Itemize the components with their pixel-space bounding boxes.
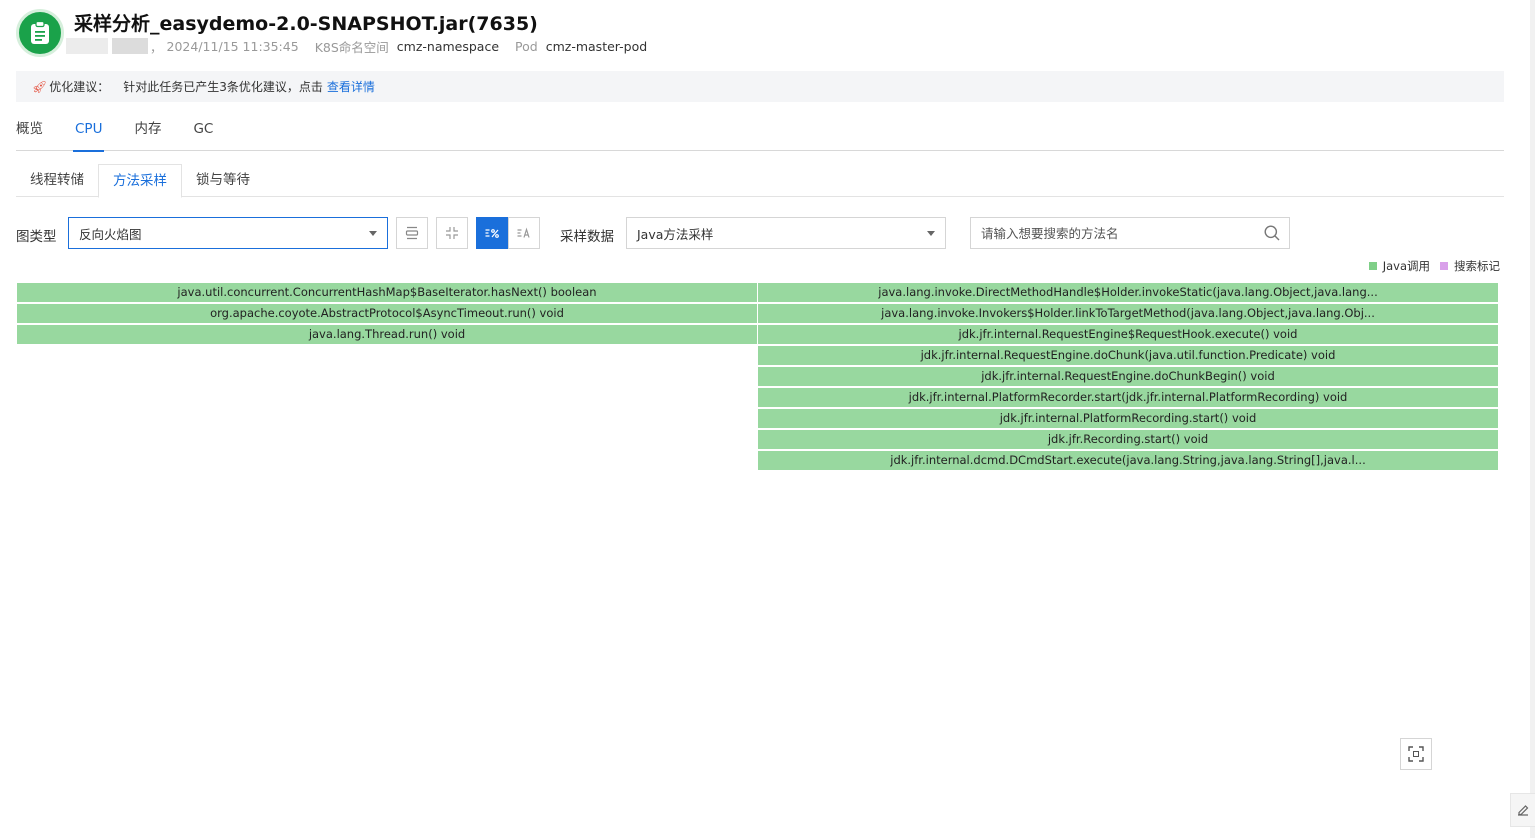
legend-label: Java调用 bbox=[1382, 259, 1430, 273]
meta-separator: ， bbox=[150, 39, 163, 55]
legend-item-search-mark: 搜索标记 bbox=[1440, 258, 1500, 274]
flame-frame[interactable]: jdk.jfr.Recording.start() void bbox=[758, 430, 1498, 449]
caret-down-icon bbox=[927, 231, 935, 236]
pod-value: cmz-master-pod bbox=[545, 38, 648, 54]
main-tabs: 概览 CPU 内存 GC bbox=[16, 120, 1504, 152]
fullscreen-button[interactable] bbox=[1400, 738, 1432, 770]
flame-frame[interactable]: jdk.jfr.internal.PlatformRecording.start… bbox=[758, 409, 1498, 428]
legend-swatch bbox=[1368, 262, 1377, 270]
rocket-icon: 🚀︎ bbox=[32, 79, 48, 94]
flame-frame[interactable]: java.lang.invoke.DirectMethodHandle$Hold… bbox=[758, 283, 1498, 302]
edit-icon bbox=[1518, 805, 1529, 816]
app-icon bbox=[16, 9, 64, 57]
optimization-advice-bar: 🚀︎ 优化建议： 针对此任务已产生3条优化建议，点击 查看详情 bbox=[16, 71, 1504, 102]
sort-alpha-icon bbox=[517, 227, 530, 238]
fullscreen-icon bbox=[1408, 746, 1424, 762]
sort-by-name-button[interactable] bbox=[508, 217, 540, 249]
tab-overview[interactable]: 概览 bbox=[16, 120, 43, 151]
sort-percent-icon bbox=[485, 229, 499, 238]
flame-frame[interactable]: jdk.jfr.internal.dcmd.DCmdStart.execute(… bbox=[758, 451, 1498, 470]
page-title: 采样分析_easydemo-2.0-SNAPSHOT.jar(7635) bbox=[74, 13, 538, 35]
subtab-method-sampling[interactable]: 方法采样 bbox=[98, 164, 182, 198]
caret-down-icon bbox=[369, 231, 377, 236]
compress-icon bbox=[446, 227, 458, 239]
search-icon[interactable] bbox=[1263, 224, 1281, 242]
flame-frame[interactable]: jdk.jfr.internal.PlatformRecorder.start(… bbox=[758, 388, 1498, 407]
collapse-button[interactable] bbox=[436, 217, 468, 249]
flame-frame[interactable]: java.lang.Thread.run() void bbox=[17, 325, 757, 344]
flame-frame[interactable]: org.apache.coyote.AbstractProtocol$Async… bbox=[17, 304, 757, 323]
flame-frame[interactable]: java.util.concurrent.ConcurrentHashMap$B… bbox=[17, 283, 757, 302]
flame-frame[interactable]: jdk.jfr.internal.RequestEngine.doChunk(j… bbox=[758, 346, 1498, 365]
page: 采样分析_easydemo-2.0-SNAPSHOT.jar(7635) ， 2… bbox=[0, 0, 1535, 838]
legend: Java调用 搜索标记 bbox=[1359, 258, 1500, 274]
sub-tabs: 线程转储 方法采样 锁与等待 bbox=[16, 164, 1504, 198]
advice-text: 针对此任务已产生3条优化建议，点击 bbox=[123, 80, 323, 94]
sample-data-value: Java方法采样 bbox=[637, 226, 714, 242]
expand-all-button[interactable] bbox=[396, 217, 428, 249]
redacted-user-block bbox=[66, 38, 108, 54]
view-details-link[interactable]: 查看详情 bbox=[327, 78, 375, 95]
chart-type-select[interactable]: 反向火焰图 bbox=[68, 217, 388, 249]
expand-vertical-icon bbox=[405, 226, 419, 240]
tab-memory[interactable]: 内存 bbox=[134, 120, 161, 151]
flame-frame[interactable]: jdk.jfr.internal.RequestEngine$RequestHo… bbox=[758, 325, 1498, 344]
k8s-namespace-label: K8S命名空间 bbox=[314, 39, 389, 55]
tab-gc[interactable]: GC bbox=[193, 120, 213, 151]
task-datetime: 2024/11/15 11:35:45 bbox=[166, 38, 299, 54]
clipboard-icon bbox=[31, 21, 49, 44]
scrollbar-track[interactable] bbox=[1530, 0, 1535, 838]
subtab-lock-wait[interactable]: 锁与等待 bbox=[182, 164, 264, 197]
pod-label: Pod bbox=[515, 38, 538, 54]
subtab-thread-dump[interactable]: 线程转储 bbox=[16, 164, 98, 197]
task-meta: ， 2024/11/15 11:35:45 K8S命名空间 cmz-namesp… bbox=[66, 37, 647, 55]
flame-frame[interactable]: jdk.jfr.internal.RequestEngine.doChunkBe… bbox=[758, 367, 1498, 386]
flame-frame[interactable]: java.lang.invoke.Invokers$Holder.linkToT… bbox=[758, 304, 1498, 323]
advice-label: 优化建议： bbox=[49, 80, 110, 94]
chart-type-label: 图类型 bbox=[16, 229, 57, 245]
legend-swatch bbox=[1440, 262, 1448, 270]
tab-cpu[interactable]: CPU bbox=[72, 120, 105, 152]
feedback-edit-button[interactable] bbox=[1510, 793, 1535, 827]
k8s-namespace-value: cmz-namespace bbox=[396, 38, 500, 54]
sample-data-select[interactable]: Java方法采样 bbox=[626, 217, 946, 249]
redacted-user-block-2 bbox=[112, 38, 148, 54]
sort-by-percent-button[interactable] bbox=[476, 217, 508, 249]
sample-data-label: 采样数据 bbox=[560, 229, 614, 245]
chart-type-value: 反向火焰图 bbox=[79, 226, 142, 242]
legend-label: 搜索标记 bbox=[1454, 259, 1500, 273]
method-search-input[interactable] bbox=[970, 217, 1290, 249]
legend-item-java-call: Java调用 bbox=[1368, 258, 1430, 274]
